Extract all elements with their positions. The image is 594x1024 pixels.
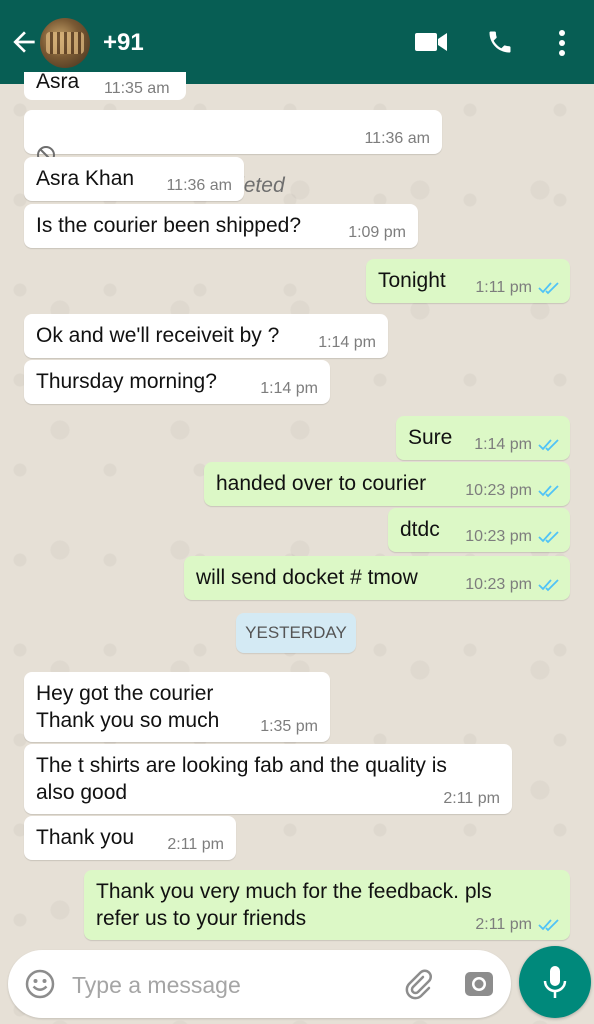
message-text: Asra	[36, 72, 80, 93]
message-bubble-outgoing[interactable]: Thank you very much for the feedback. pl…	[84, 870, 570, 940]
more-vert-icon[interactable]	[552, 27, 572, 59]
message-time: 10:23 pm	[465, 528, 532, 545]
message-bubble-incoming[interactable]: Hey got the courier Thank you so much 1:…	[24, 672, 330, 742]
paperclip-icon[interactable]	[402, 968, 434, 1000]
avatar[interactable]	[40, 18, 90, 68]
message-time: 2:11 pm	[443, 790, 500, 807]
message-bubble-incoming[interactable]: This message was deleted 11:36 am	[24, 110, 442, 197]
message-bubble-outgoing[interactable]: handed over to courier 10:23 pm	[204, 462, 570, 506]
arrow-left-icon[interactable]	[8, 26, 40, 58]
message-time: 10:23 pm	[465, 482, 532, 499]
message-meta: 10:23 pm	[465, 576, 560, 594]
message-bubble-incoming[interactable]: Thursday morning? 1:14 pm	[24, 360, 330, 404]
double-check-icon	[538, 919, 559, 932]
message-meta: 2:11 pm	[475, 916, 560, 934]
contact-title[interactable]: +91	[103, 29, 144, 57]
message-meta: 1:14 pm	[260, 380, 318, 398]
message-meta: 1:35 pm	[260, 718, 318, 736]
message-time: 11:35 am	[104, 80, 170, 97]
message-meta: 1:11 pm	[475, 279, 560, 297]
message-bubble-incoming[interactable]: The t shirts are looking fab and the qua…	[24, 744, 512, 814]
date-separator: YESTERDAY	[236, 613, 356, 653]
message-bubble-incoming[interactable]: Ok and we'll receiveit by ? 1:14 pm	[24, 314, 388, 358]
double-check-icon	[538, 282, 559, 295]
message-time: 2:11 pm	[167, 836, 224, 853]
message-bubble-partial[interactable]: Asra 11:35 am	[24, 72, 186, 100]
message-bubble-incoming[interactable]: Asra Khan 11:36 am	[24, 157, 244, 201]
message-bubble-outgoing[interactable]: will send docket # tmow 10:23 pm	[184, 556, 570, 600]
double-check-icon	[538, 439, 559, 452]
message-compose-bar	[8, 950, 511, 1018]
mic-icon	[543, 966, 567, 998]
message-time: 10:23 pm	[465, 576, 532, 593]
message-meta: 10:23 pm	[465, 482, 560, 500]
message-input[interactable]	[70, 968, 384, 1002]
message-text: The t shirts are looking fab and the qua…	[36, 754, 447, 804]
message-meta: 2:11 pm	[443, 790, 500, 808]
message-meta: 1:14 pm	[474, 436, 560, 454]
message-meta: 11:36 am	[166, 177, 232, 195]
message-bubble-incoming[interactable]: Is the courier been shipped? 1:09 pm	[24, 204, 418, 248]
message-meta: 1:14 pm	[318, 334, 376, 352]
message-time: 11:36 am	[364, 130, 430, 147]
message-bubble-outgoing[interactable]: dtdc 10:23 pm	[388, 508, 570, 552]
voice-record-button[interactable]	[519, 946, 591, 1018]
message-bubble-outgoing[interactable]: Tonight 1:11 pm	[366, 259, 570, 303]
video-call-icon[interactable]	[414, 30, 448, 54]
message-time: 1:11 pm	[475, 279, 532, 296]
message-time: 2:11 pm	[475, 916, 532, 933]
message-time: 11:36 am	[166, 177, 232, 194]
double-check-icon	[538, 579, 559, 592]
message-meta: 2:11 pm	[167, 836, 224, 854]
message-meta: 10:23 pm	[465, 528, 560, 546]
phone-icon[interactable]	[486, 28, 514, 56]
message-time: 1:35 pm	[260, 718, 318, 735]
emoji-icon[interactable]	[24, 968, 56, 1000]
double-check-icon	[538, 485, 559, 498]
message-meta: 1:09 pm	[348, 224, 406, 242]
message-time: 1:09 pm	[348, 224, 406, 241]
camera-icon[interactable]	[463, 968, 495, 1000]
message-bubble-outgoing[interactable]: Sure 1:14 pm	[396, 416, 570, 460]
message-time: 1:14 pm	[318, 334, 376, 351]
message-time: 1:14 pm	[260, 380, 318, 397]
double-check-icon	[538, 531, 559, 544]
message-meta: 11:36 am	[364, 130, 430, 148]
message-bubble-incoming[interactable]: Thank you 2:11 pm	[24, 816, 236, 860]
message-time: 1:14 pm	[474, 436, 532, 453]
